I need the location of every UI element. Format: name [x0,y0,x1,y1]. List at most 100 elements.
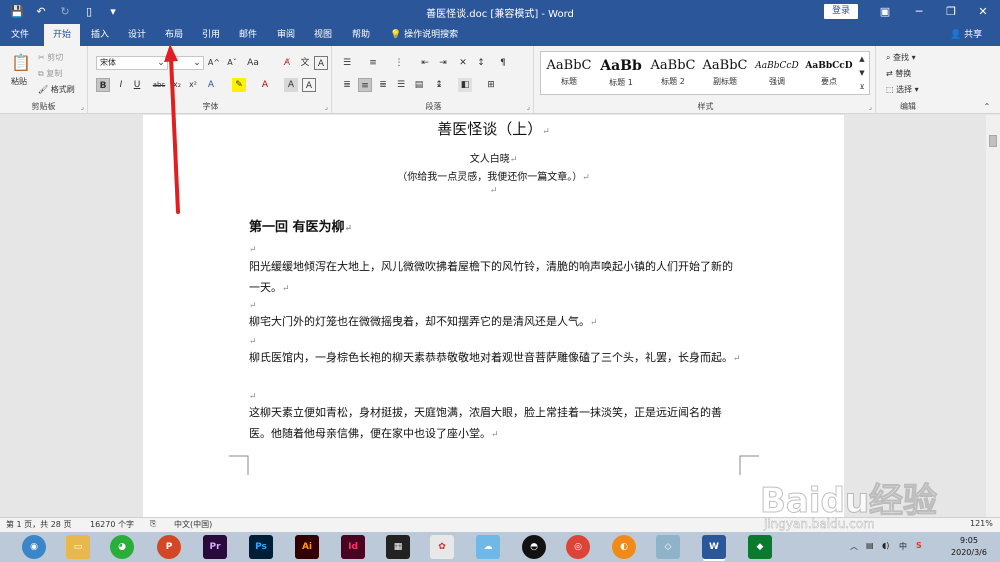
shading-icon[interactable]: ◧ [458,78,472,92]
tab-mailings[interactable]: 邮件 [232,24,264,46]
find-label: 查找 [893,53,910,62]
browser-icon[interactable]: ◉ [22,535,46,559]
share-button[interactable]: 👤 共享 [950,24,982,46]
style-strong[interactable]: AaBbCcD 要点 [803,52,855,94]
tab-layout[interactable]: 布局 [158,24,190,46]
premiere-icon[interactable]: Pr [203,535,227,559]
chinese-layout-icon[interactable]: ✕ [456,56,470,70]
illustrator-icon[interactable]: Ai [295,535,319,559]
format-painter-button[interactable]: 🖌 格式刷 [38,84,75,95]
justify-icon[interactable]: ☰ [394,78,408,92]
vertical-scrollbar[interactable] [986,115,1000,517]
login-button[interactable]: 登录 [824,4,858,19]
paste-button[interactable]: 粘贴 [11,76,27,87]
superscript-icon[interactable]: x² [186,78,200,92]
crop-mark-right [739,455,759,475]
style-title[interactable]: AaBbC 标题 [543,52,595,94]
decrease-indent-icon[interactable]: ⇤ [418,56,432,70]
qq-pet-icon[interactable]: ☁ [476,535,500,559]
maximize-icon[interactable]: ❐ [934,0,968,24]
style-heading-2[interactable]: AaBbC 标题 2 [647,52,699,94]
find-button[interactable]: ⌕ 查找 ▾ [886,52,916,63]
styles-scroll-down-icon[interactable]: ▼ [855,66,869,79]
collapse-ribbon-icon[interactable]: ⌃ [980,100,994,114]
paste-icon[interactable]: 📋 [10,52,32,74]
styles-more-icon[interactable]: ⊻ [855,80,869,93]
photoshop-icon[interactable]: Ps [249,535,273,559]
video-editor-icon[interactable]: ▦ [386,535,410,559]
ribbon-display-options-icon[interactable]: ▣ [868,0,902,24]
close-icon[interactable]: ✕ [966,0,1000,24]
pdf-reader-icon[interactable]: ✿ [430,535,454,559]
increase-indent-icon[interactable]: ⇥ [436,56,450,70]
style-subtitle[interactable]: AaBbC 副标题 [699,52,751,94]
tab-file[interactable]: 文件 [4,24,36,46]
grow-font-icon[interactable]: A^ [207,56,221,70]
tab-insert[interactable]: 插入 [84,24,116,46]
phonetic-guide-icon[interactable]: 文 [298,56,312,70]
language-status[interactable]: 中文(中国) [174,519,212,530]
zoom-level[interactable]: 121% [970,519,993,528]
show-marks-icon[interactable]: ¶ [496,56,510,70]
font-color-icon[interactable]: A [258,78,272,92]
borders-icon[interactable]: ⊞ [484,78,498,92]
tab-references[interactable]: 引用 [195,24,227,46]
cut-button[interactable]: ✂ 剪切 [38,52,63,63]
styles-scroll-up-icon[interactable]: ▲ [855,52,869,65]
clipboard-launcher-icon[interactable]: ⌟ [81,103,84,111]
strikethrough-icon[interactable]: abc [152,78,166,92]
bold-icon[interactable]: B [96,78,110,92]
font-launcher-icon[interactable]: ⌟ [325,103,328,111]
text-effects-icon[interactable]: A [204,78,218,92]
document-title: 善医怪谈（上）↵ [143,118,844,139]
select-button[interactable]: ⬚ 选择 ▾ [886,84,919,95]
style-emphasis[interactable]: AaBbCcD 强调 [751,52,803,94]
media-player-icon[interactable]: ◐ [612,535,636,559]
word-icon[interactable]: W [702,535,726,559]
style-heading-1[interactable]: AaBb 标题 1 [595,52,647,94]
tab-view[interactable]: 视图 [307,24,339,46]
replace-button[interactable]: ⇄ 替换 [886,68,911,79]
shrink-font-icon[interactable]: Aˇ [225,56,239,70]
align-left-icon[interactable]: ≣ [340,78,354,92]
enclose-char-icon[interactable]: A [314,56,328,70]
font-name-dropdown-icon[interactable]: ⌄ [154,56,168,70]
multilevel-list-icon[interactable]: ⋮ [392,56,406,70]
tab-help[interactable]: 帮助 [345,24,377,46]
char-border-icon[interactable]: A [302,78,316,92]
tab-design[interactable]: 设计 [121,24,153,46]
powerpoint-icon[interactable]: P [157,535,181,559]
highlight-icon[interactable]: ✎ [232,78,246,92]
page-count[interactable]: 第 1 页，共 28 页 [6,519,71,530]
line-spacing-icon[interactable]: ↨ [432,78,446,92]
tell-me-search[interactable]: 💡 操作说明搜索 [390,24,458,46]
qq-icon[interactable]: ◓ [522,535,546,559]
wechat-icon[interactable]: ◕ [110,535,134,559]
proofing-icon[interactable]: ⎘ [150,519,156,529]
numbering-icon[interactable]: ≡ [366,56,380,70]
distributed-icon[interactable]: ▤ [412,78,426,92]
clear-formatting-icon[interactable]: A̸ [280,56,294,70]
italic-icon[interactable]: I [114,78,128,92]
app-icon[interactable]: ◇ [656,535,680,559]
paragraph-launcher-icon[interactable]: ⌟ [527,103,530,111]
file-explorer-icon[interactable]: ▭ [66,535,90,559]
char-shading-icon[interactable]: A [284,78,298,92]
bullets-icon[interactable]: ☰ [340,56,354,70]
scrollbar-thumb[interactable] [989,135,997,147]
copy-button[interactable]: ⧉ 复制 [38,68,62,79]
underline-icon[interactable]: U [130,78,144,92]
tab-review[interactable]: 审阅 [270,24,302,46]
styles-launcher-icon[interactable]: ⌟ [869,103,872,111]
indesign-icon[interactable]: Id [341,535,365,559]
font-size-dropdown-icon[interactable]: ⌄ [190,56,204,70]
tab-home[interactable]: 开始 [44,24,80,46]
align-center-icon[interactable]: ≡ [358,78,372,92]
sort-icon[interactable]: ↕ [474,56,488,70]
align-right-icon[interactable]: ≣ [376,78,390,92]
change-case-icon[interactable]: Aa [246,56,260,70]
minimize-icon[interactable]: ─ [902,0,936,24]
chrome-icon[interactable]: ◎ [566,535,590,559]
subscript-icon[interactable]: x₂ [170,78,184,92]
word-count[interactable]: 16270 个字 [90,519,134,530]
